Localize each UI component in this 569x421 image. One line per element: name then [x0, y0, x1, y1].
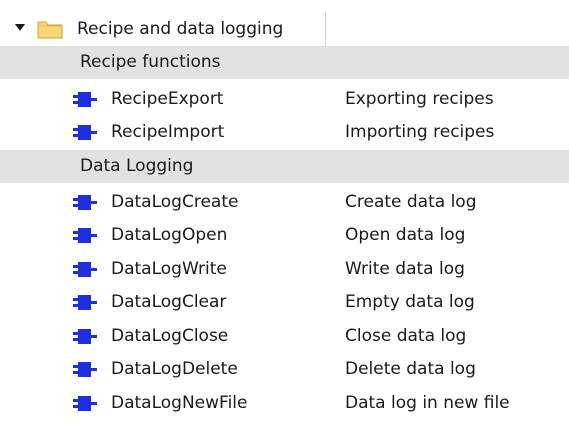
- tree-node-label: Recipe and data logging: [77, 18, 284, 39]
- group-label: Recipe functions: [80, 52, 221, 72]
- list-item-recipeexport[interactable]: RecipeExport Exporting recipes: [0, 83, 569, 116]
- item-description: Exporting recipes: [345, 89, 494, 109]
- tree-node-recipe-and-data-logging[interactable]: Recipe and data logging: [0, 12, 569, 46]
- function-block-icon: [73, 228, 97, 243]
- group-row-data-logging[interactable]: Data Logging: [0, 150, 569, 183]
- item-name: DataLogCreate: [111, 192, 239, 212]
- triangle-down-icon[interactable]: [15, 24, 25, 31]
- item-name: RecipeImport: [111, 122, 225, 142]
- item-name: DataLogOpen: [111, 225, 228, 245]
- list-item-datalogclose[interactable]: DataLogClose Close data log: [0, 320, 569, 353]
- function-block-icon: [73, 329, 97, 344]
- item-name: RecipeExport: [111, 89, 224, 109]
- list-item-datalogcreate[interactable]: DataLogCreate Create data log: [0, 186, 569, 219]
- function-block-icon: [73, 125, 97, 140]
- function-block-icon: [73, 362, 97, 377]
- function-block-icon: [73, 195, 97, 210]
- function-block-icon: [73, 295, 97, 310]
- item-description: Create data log: [345, 192, 477, 212]
- item-name: DataLogClear: [111, 292, 227, 312]
- item-description: Open data log: [345, 225, 466, 245]
- list-item-datalogopen[interactable]: DataLogOpen Open data log: [0, 219, 569, 252]
- list-item-recipeimport[interactable]: RecipeImport Importing recipes: [0, 116, 569, 149]
- function-block-icon: [73, 396, 97, 411]
- function-block-icon: [73, 92, 97, 107]
- item-description: Data log in new file: [345, 393, 510, 413]
- item-description: Importing recipes: [345, 122, 495, 142]
- function-block-icon: [73, 262, 97, 277]
- group-label: Data Logging: [80, 156, 194, 176]
- list-item-datalognewfile[interactable]: DataLogNewFile Data log in new file: [0, 387, 569, 420]
- group-row-recipe-functions[interactable]: Recipe functions: [0, 46, 569, 79]
- item-description: Empty data log: [345, 292, 475, 312]
- item-description: Write data log: [345, 259, 465, 279]
- item-name: DataLogNewFile: [111, 393, 248, 413]
- item-description: Close data log: [345, 326, 467, 346]
- item-name: DataLogClose: [111, 326, 229, 346]
- list-item-datalogwrite[interactable]: DataLogWrite Write data log: [0, 253, 569, 286]
- item-description: Delete data log: [345, 359, 476, 379]
- folder-icon: [37, 20, 63, 39]
- item-name: DataLogWrite: [111, 259, 227, 279]
- item-name: DataLogDelete: [111, 359, 238, 379]
- column-divider: [325, 12, 326, 46]
- instruction-tree: Recipe and data logging Recipe functions…: [0, 0, 569, 421]
- list-item-datalogclear[interactable]: DataLogClear Empty data log: [0, 286, 569, 319]
- list-item-datalogdelete[interactable]: DataLogDelete Delete data log: [0, 353, 569, 386]
